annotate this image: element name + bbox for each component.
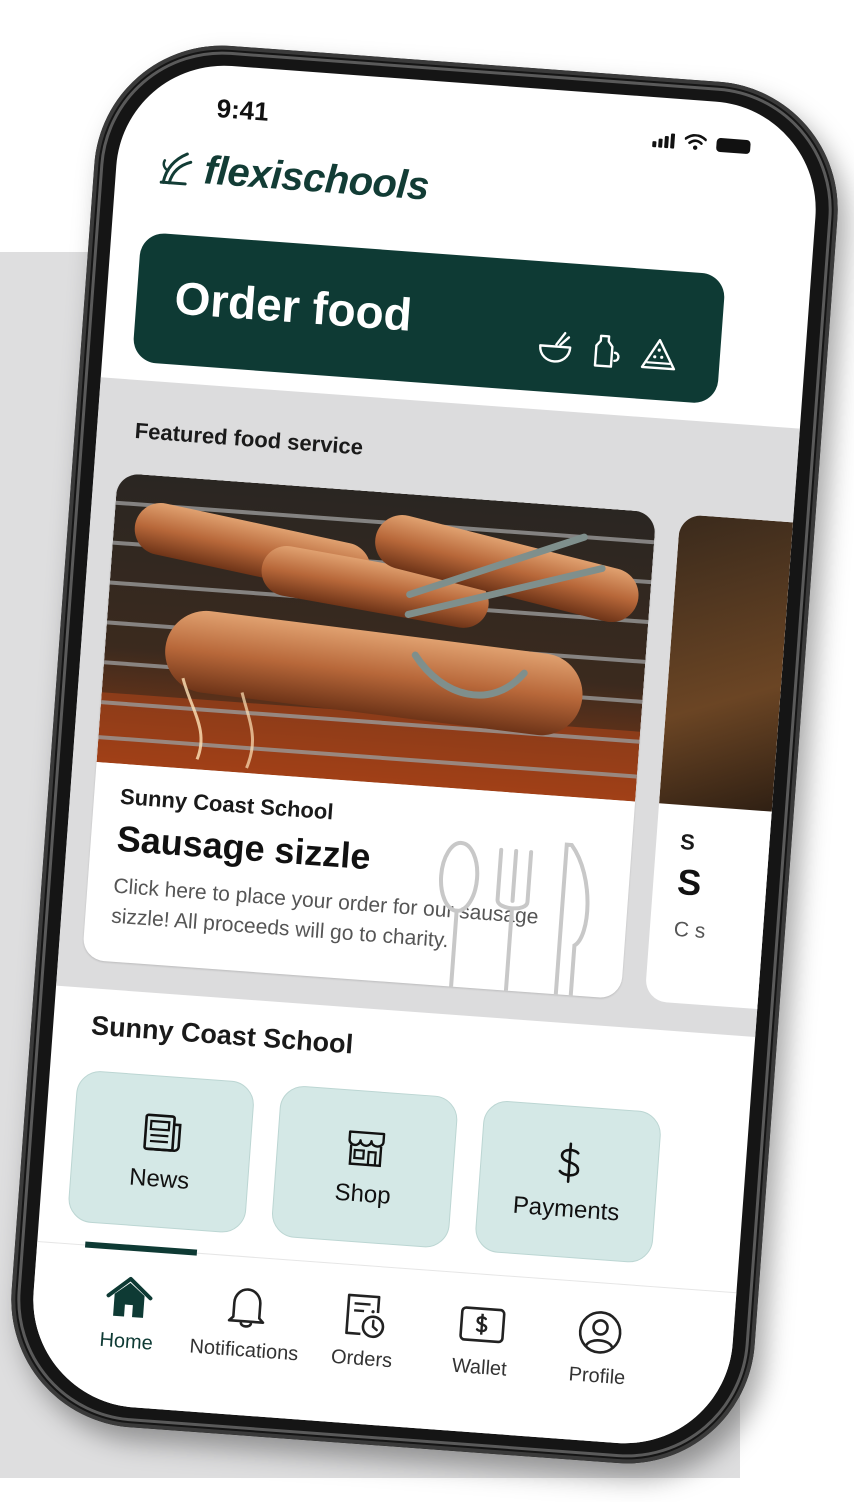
tab-orders[interactable]: Orders	[305, 1286, 423, 1375]
status-icons	[652, 131, 751, 155]
tile-shop-label: Shop	[333, 1178, 392, 1210]
tile-payments-label: Payments	[511, 1191, 621, 1227]
bottle-icon	[593, 334, 620, 368]
tile-news[interactable]: News	[66, 1069, 256, 1235]
school-heading: Sunny Coast School	[90, 1010, 355, 1060]
next-card-school: S	[679, 829, 696, 856]
tab-wallet[interactable]: Wallet	[423, 1295, 541, 1384]
wifi-icon	[684, 133, 708, 150]
sausage-grill-photo	[96, 472, 657, 802]
featured-card-sausage-sizzle[interactable]: Sunny Coast School Sausage sizzle Click …	[82, 472, 657, 1000]
wallet-icon	[459, 1306, 506, 1344]
featured-section: Featured food service Sunny Coast School…	[56, 377, 820, 1037]
tab-profile-label: Profile	[567, 1363, 626, 1390]
battery-icon	[715, 137, 751, 155]
phone-device: 9:41 flexischools Order food Featured fo…	[2, 36, 847, 1473]
tile-payments[interactable]: Payments	[473, 1099, 663, 1264]
tab-notifications[interactable]: Notifications	[187, 1277, 305, 1366]
store-icon	[348, 1130, 386, 1168]
newspaper-icon	[143, 1113, 182, 1153]
next-card-description: C s	[673, 917, 707, 944]
status-time: 9:41	[215, 93, 270, 127]
orders-icon	[345, 1293, 385, 1339]
tab-home[interactable]: Home	[69, 1269, 187, 1358]
home-icon	[106, 1276, 153, 1318]
tile-news-label: News	[128, 1163, 191, 1195]
next-card-title: S	[675, 860, 703, 904]
tab-orders-label: Orders	[330, 1345, 393, 1373]
tile-shop[interactable]: Shop	[270, 1084, 459, 1250]
school-tiles: News Shop Payments	[66, 1069, 663, 1264]
tab-wallet-label: Wallet	[451, 1354, 508, 1381]
active-tab-indicator	[84, 1241, 198, 1256]
profile-icon	[578, 1311, 622, 1354]
featured-label: Featured food service	[134, 417, 364, 460]
tab-notifications-label: Notifications	[188, 1335, 300, 1366]
bowl-icon	[539, 331, 572, 363]
signal-icon	[652, 132, 676, 149]
tab-profile[interactable]: Profile	[540, 1303, 658, 1392]
bell-icon	[227, 1288, 265, 1328]
app-screen: 9:41 flexischools Order food Featured fo…	[25, 58, 824, 1451]
order-food-banner[interactable]: Order food	[131, 231, 726, 405]
cutlery-watermark-icon	[439, 840, 590, 1000]
watermelon-icon	[640, 338, 676, 371]
dollar-icon	[558, 1142, 580, 1183]
tab-home-label: Home	[98, 1328, 154, 1355]
leaf-logo-icon	[159, 152, 193, 185]
order-food-title: Order food	[172, 271, 414, 341]
tab-list: Home Notifications Orders Wallet Profile	[69, 1269, 657, 1393]
card-title: Sausage sizzle	[115, 817, 373, 878]
order-food-icons	[535, 327, 679, 375]
